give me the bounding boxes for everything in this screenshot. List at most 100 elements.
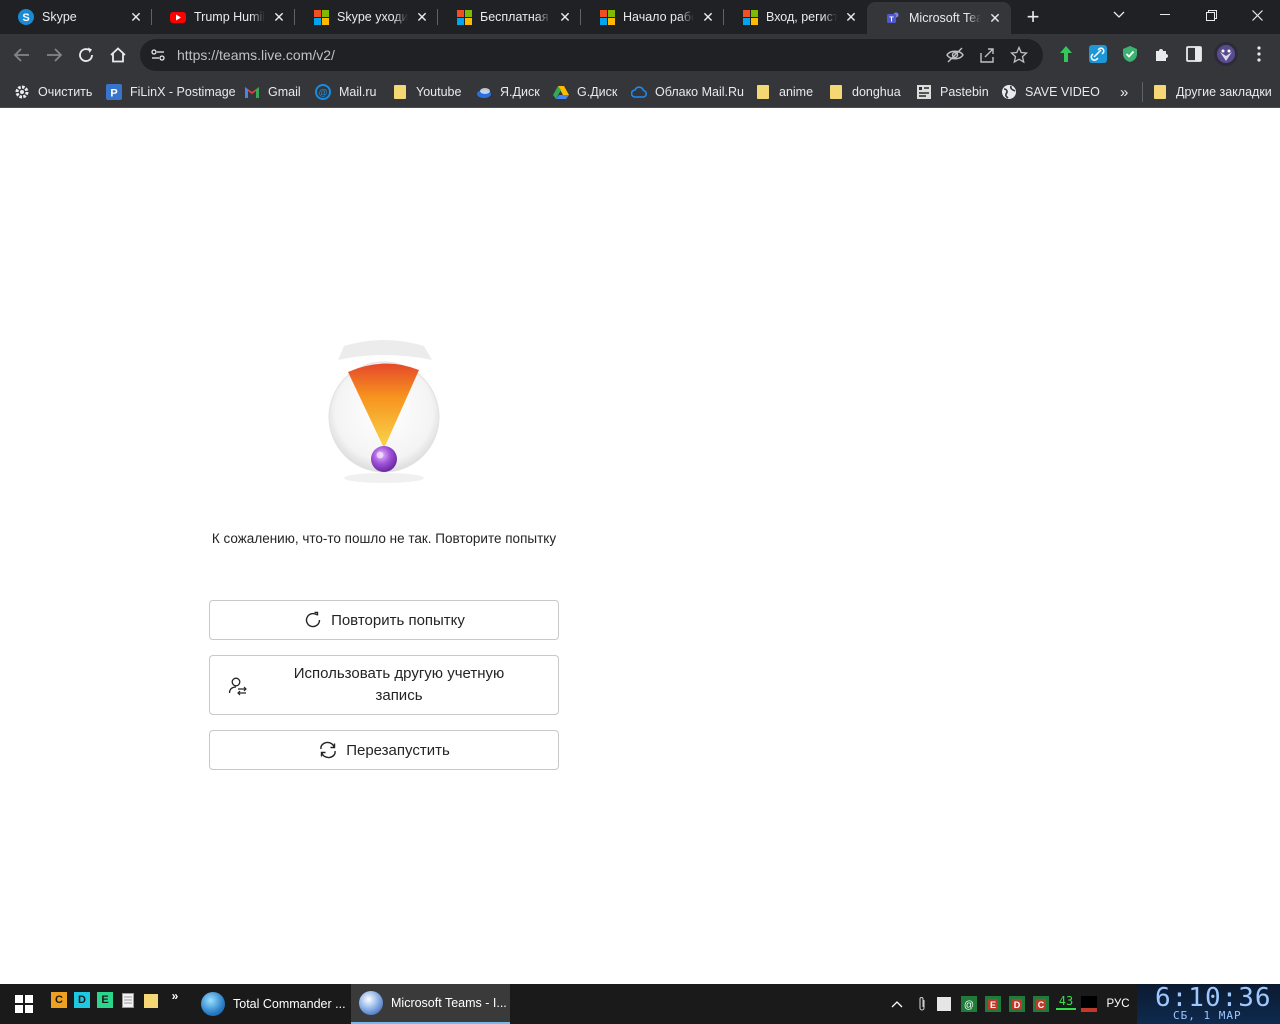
other-bookmarks[interactable]: Другие закладки xyxy=(1142,82,1272,102)
home-button[interactable] xyxy=(106,43,130,67)
bookmark-label: G.Диск xyxy=(577,85,618,99)
tray-at-icon[interactable]: @ xyxy=(961,996,977,1012)
browser-toolbar: https://teams.live.com/v2/ xyxy=(0,34,1280,76)
restart-button[interactable]: Перезапустить xyxy=(209,730,559,770)
forward-button[interactable] xyxy=(42,43,66,67)
bookmark-youtube-folder[interactable]: Youtube xyxy=(392,82,461,102)
tab-title: Skype xyxy=(42,10,77,24)
error-illustration xyxy=(322,336,446,486)
notepad-icon[interactable] xyxy=(120,992,136,1008)
use-other-account-button[interactable]: Использовать другую учетную запись xyxy=(209,655,559,715)
bookmark-donghua-folder[interactable]: donghua xyxy=(828,82,901,102)
svg-text:@: @ xyxy=(964,1000,974,1011)
shield-icon[interactable] xyxy=(1119,43,1141,65)
bookmark-google-drive[interactable]: G.Диск xyxy=(553,82,617,102)
bookmark-anime-folder[interactable]: anime xyxy=(755,82,813,102)
tray-black-square-icon[interactable] xyxy=(1081,996,1097,1012)
tab-search-icon[interactable] xyxy=(1096,0,1142,30)
tab-signin[interactable]: Вход, регистр ✕ xyxy=(724,0,867,34)
switch-account-icon xyxy=(228,676,248,696)
drive-e-icon[interactable]: E xyxy=(97,992,113,1008)
bookmark-label: FiLinX - Postimage xyxy=(130,85,236,99)
tray-d-icon[interactable]: D xyxy=(1009,996,1025,1012)
bookmark-pastebin[interactable]: Pastebin xyxy=(916,82,989,102)
menu-kebab-icon[interactable] xyxy=(1248,43,1270,65)
tab-youtube[interactable]: Trump Humiliates ✕ xyxy=(152,0,295,34)
tab-free[interactable]: Бесплатная ве ✕ xyxy=(438,0,581,34)
bookmark-mailru[interactable]: @ Mail.ru xyxy=(315,82,377,102)
close-icon[interactable]: ✕ xyxy=(700,9,716,25)
close-icon[interactable]: ✕ xyxy=(843,9,859,25)
drive-c-icon[interactable]: C xyxy=(51,992,67,1008)
start-button[interactable] xyxy=(8,984,40,1024)
folder-icon xyxy=(828,84,844,100)
skype-icon: S xyxy=(18,9,34,25)
tray-c-icon[interactable]: C xyxy=(1033,996,1049,1012)
bookmark-label: Pastebin xyxy=(940,85,989,99)
bookmark-label: Я.Диск xyxy=(500,85,540,99)
bookmark-save-video[interactable]: SAVE VIDEO xyxy=(1001,82,1100,102)
language-indicator[interactable]: РУС xyxy=(1104,996,1132,1012)
taskbar-app-label: Microsoft Teams - I... xyxy=(391,996,507,1010)
tab-skype[interactable]: S Skype ✕ xyxy=(0,0,152,34)
star-icon[interactable] xyxy=(1009,45,1029,65)
bookmarks-overflow-button[interactable]: » xyxy=(1120,82,1128,102)
close-icon[interactable]: ✕ xyxy=(271,9,287,25)
tab-teams-active[interactable]: T Microsoft Teams ✕ xyxy=(867,2,1011,34)
system-clock[interactable]: 6:10:36 СБ, 1 МАР xyxy=(1137,984,1280,1024)
yandex-disk-icon xyxy=(476,84,492,100)
youtube-icon xyxy=(170,9,186,25)
bookmark-yandex-disk[interactable]: Я.Диск xyxy=(476,82,540,102)
taskbar: C D E » Total Commander ... Microsoft Te… xyxy=(0,984,1280,1024)
link-extension-icon[interactable] xyxy=(1087,43,1109,65)
close-icon[interactable]: ✕ xyxy=(557,9,573,25)
chevron-up-icon[interactable] xyxy=(889,996,905,1012)
bookmark-mail-cloud[interactable]: Облако Mail.Ru xyxy=(631,82,744,102)
minimize-button[interactable] xyxy=(1142,0,1188,30)
close-icon[interactable]: ✕ xyxy=(987,10,1003,26)
avatar[interactable] xyxy=(1214,42,1238,66)
tab-title: Бесплатная ве xyxy=(480,10,551,24)
close-window-button[interactable] xyxy=(1234,0,1280,30)
tab-getting-started[interactable]: Начало работ ✕ xyxy=(581,0,724,34)
paperclip-icon[interactable] xyxy=(914,996,930,1012)
close-icon[interactable]: ✕ xyxy=(414,9,430,25)
bookmark-label: SAVE VIDEO xyxy=(1025,85,1100,99)
tray-e-icon[interactable]: E xyxy=(985,996,1001,1012)
eye-off-icon[interactable] xyxy=(945,45,965,65)
tray-counter[interactable]: 43 xyxy=(1056,994,1076,1010)
retry-label: Повторить попытку xyxy=(331,611,465,629)
microsoft-icon xyxy=(599,9,615,25)
bookmarks-bar: Очистить P FiLinX - Postimage Gmail @ Ma… xyxy=(0,76,1280,108)
clock-time: 6:10:36 xyxy=(1155,983,1272,1013)
total-commander-icon xyxy=(201,992,225,1016)
puzzle-icon[interactable] xyxy=(1151,43,1173,65)
back-button[interactable] xyxy=(10,43,34,67)
new-tab-button[interactable]: + xyxy=(1021,6,1045,30)
site-info-icon[interactable] xyxy=(148,45,168,65)
folder-icon[interactable] xyxy=(143,992,159,1008)
taskbar-app-teams[interactable]: Microsoft Teams - I... xyxy=(351,984,510,1024)
close-icon[interactable]: ✕ xyxy=(128,9,144,25)
pastebin-icon xyxy=(916,84,932,100)
bookmark-clear[interactable]: Очистить xyxy=(14,82,92,102)
page-content: К сожалению, что-то пошло не так. Повтор… xyxy=(0,109,1280,984)
upload-arrow-icon[interactable] xyxy=(1055,43,1077,65)
share-icon[interactable] xyxy=(977,45,997,65)
reload-button[interactable] xyxy=(74,43,98,67)
bookmark-postimage[interactable]: P FiLinX - Postimage xyxy=(106,82,236,102)
tab-skype-leaving[interactable]: Skype уходит ✕ xyxy=(295,0,438,34)
taskbar-app-total-commander[interactable]: Total Commander ... xyxy=(193,984,349,1024)
restore-button[interactable] xyxy=(1188,0,1234,30)
tab-title: Вход, регистр xyxy=(766,10,837,24)
restart-label: Перезапустить xyxy=(346,741,450,759)
drive-d-icon[interactable]: D xyxy=(74,992,90,1008)
address-bar[interactable]: https://teams.live.com/v2/ xyxy=(140,39,1043,71)
bookmark-gmail[interactable]: Gmail xyxy=(244,82,301,102)
retry-button[interactable]: Повторить попытку xyxy=(209,600,559,640)
tray-square-icon[interactable] xyxy=(936,996,952,1012)
teams-icon: T xyxy=(885,10,901,26)
side-panel-icon[interactable] xyxy=(1183,43,1205,65)
svg-text:@: @ xyxy=(319,88,328,98)
quicklaunch-overflow[interactable]: » xyxy=(167,988,183,1004)
